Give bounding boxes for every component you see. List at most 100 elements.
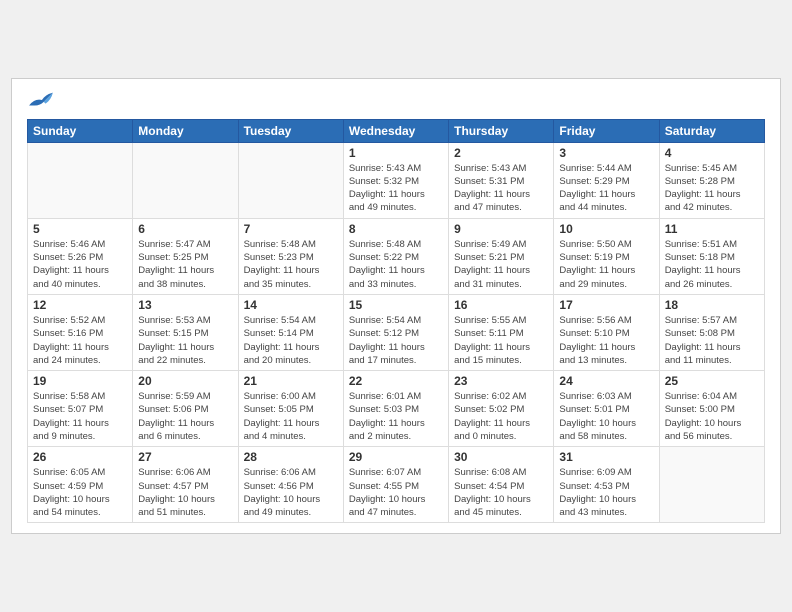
day-number: 1 xyxy=(349,146,443,160)
day-info: Sunrise: 5:43 AMSunset: 5:31 PMDaylight:… xyxy=(454,162,548,215)
day-info: Sunrise: 5:58 AMSunset: 5:07 PMDaylight:… xyxy=(33,390,127,443)
day-info: Sunrise: 5:48 AMSunset: 5:22 PMDaylight:… xyxy=(349,238,443,291)
day-number: 5 xyxy=(33,222,127,236)
calendar-cell: 5 Sunrise: 5:46 AMSunset: 5:26 PMDaylight… xyxy=(28,218,133,294)
calendar-cell: 11Sunrise: 5:51 AMSunset: 5:18 PMDayligh… xyxy=(659,218,764,294)
calendar-cell: 6 Sunrise: 5:47 AMSunset: 5:25 PMDaylight… xyxy=(133,218,238,294)
day-of-week-header: Saturday xyxy=(659,119,764,142)
day-info: Sunrise: 6:02 AMSunset: 5:02 PMDaylight:… xyxy=(454,390,548,443)
days-header-row: SundayMondayTuesdayWednesdayThursdayFrid… xyxy=(28,119,765,142)
day-info: Sunrise: 6:06 AMSunset: 4:57 PMDaylight:… xyxy=(138,466,232,519)
day-info: Sunrise: 5:45 AMSunset: 5:28 PMDaylight:… xyxy=(665,162,759,215)
calendar-cell: 19 Sunrise: 5:58 AMSunset: 5:07 PMDayligh… xyxy=(28,371,133,447)
day-of-week-header: Wednesday xyxy=(343,119,448,142)
day-number: 8 xyxy=(349,222,443,236)
day-info: Sunrise: 5:53 AMSunset: 5:15 PMDaylight:… xyxy=(138,314,232,367)
calendar-cell xyxy=(28,142,133,218)
day-number: 22 xyxy=(349,374,443,388)
day-number: 24 xyxy=(559,374,653,388)
day-number: 4 xyxy=(665,146,759,160)
logo xyxy=(27,89,59,111)
calendar-week-row: 26 Sunrise: 6:05 AMSunset: 4:59 PMDayligh… xyxy=(28,447,765,523)
day-info: Sunrise: 5:50 AMSunset: 5:19 PMDaylight:… xyxy=(559,238,653,291)
day-info: Sunrise: 5:55 AMSunset: 5:11 PMDaylight:… xyxy=(454,314,548,367)
day-info: Sunrise: 6:01 AMSunset: 5:03 PMDaylight:… xyxy=(349,390,443,443)
calendar-cell: 18 Sunrise: 5:57 AMSunset: 5:08 PMDayligh… xyxy=(659,294,764,370)
calendar-cell: 25 Sunrise: 6:04 AMSunset: 5:00 PMDayligh… xyxy=(659,371,764,447)
calendar-cell: 7 Sunrise: 5:48 AMSunset: 5:23 PMDaylight… xyxy=(238,218,343,294)
calendar-cell xyxy=(659,447,764,523)
day-info: Sunrise: 5:51 AMSunset: 5:18 PMDaylight:… xyxy=(665,238,759,291)
calendar-cell: 21Sunrise: 6:00 AMSunset: 5:05 PMDayligh… xyxy=(238,371,343,447)
calendar-cell: 12Sunrise: 5:52 AMSunset: 5:16 PMDayligh… xyxy=(28,294,133,370)
day-of-week-header: Monday xyxy=(133,119,238,142)
day-info: Sunrise: 5:44 AMSunset: 5:29 PMDaylight:… xyxy=(559,162,653,215)
calendar-cell: 4 Sunrise: 5:45 AMSunset: 5:28 PMDaylight… xyxy=(659,142,764,218)
calendar-container: SundayMondayTuesdayWednesdayThursdayFrid… xyxy=(11,78,781,535)
day-number: 10 xyxy=(559,222,653,236)
calendar-cell: 20Sunrise: 5:59 AMSunset: 5:06 PMDayligh… xyxy=(133,371,238,447)
day-number: 18 xyxy=(665,298,759,312)
day-number: 19 xyxy=(33,374,127,388)
day-info: Sunrise: 5:57 AMSunset: 5:08 PMDaylight:… xyxy=(665,314,759,367)
day-number: 6 xyxy=(138,222,232,236)
calendar-cell: 27 Sunrise: 6:06 AMSunset: 4:57 PMDayligh… xyxy=(133,447,238,523)
calendar-cell: 13 Sunrise: 5:53 AMSunset: 5:15 PMDayligh… xyxy=(133,294,238,370)
calendar-cell: 29 Sunrise: 6:07 AMSunset: 4:55 PMDayligh… xyxy=(343,447,448,523)
calendar-header xyxy=(27,89,765,111)
calendar-cell: 22 Sunrise: 6:01 AMSunset: 5:03 PMDayligh… xyxy=(343,371,448,447)
calendar-cell: 26 Sunrise: 6:05 AMSunset: 4:59 PMDayligh… xyxy=(28,447,133,523)
calendar-cell: 10 Sunrise: 5:50 AMSunset: 5:19 PMDayligh… xyxy=(554,218,659,294)
day-number: 7 xyxy=(244,222,338,236)
day-number: 17 xyxy=(559,298,653,312)
calendar-cell: 17 Sunrise: 5:56 AMSunset: 5:10 PMDayligh… xyxy=(554,294,659,370)
calendar-cell: 2 Sunrise: 5:43 AMSunset: 5:31 PMDaylight… xyxy=(449,142,554,218)
calendar-cell: 3Sunrise: 5:44 AMSunset: 5:29 PMDaylight… xyxy=(554,142,659,218)
day-info: Sunrise: 6:00 AMSunset: 5:05 PMDaylight:… xyxy=(244,390,338,443)
day-info: Sunrise: 6:07 AMSunset: 4:55 PMDaylight:… xyxy=(349,466,443,519)
calendar-week-row: 12Sunrise: 5:52 AMSunset: 5:16 PMDayligh… xyxy=(28,294,765,370)
day-number: 2 xyxy=(454,146,548,160)
day-info: Sunrise: 5:54 AMSunset: 5:12 PMDaylight:… xyxy=(349,314,443,367)
calendar-week-row: 1 Sunrise: 5:43 AMSunset: 5:32 PMDaylight… xyxy=(28,142,765,218)
calendar-week-row: 19 Sunrise: 5:58 AMSunset: 5:07 PMDayligh… xyxy=(28,371,765,447)
day-number: 30 xyxy=(454,450,548,464)
calendar-cell xyxy=(133,142,238,218)
calendar-cell: 30 Sunrise: 6:08 AMSunset: 4:54 PMDayligh… xyxy=(449,447,554,523)
calendar-table: SundayMondayTuesdayWednesdayThursdayFrid… xyxy=(27,119,765,524)
day-info: Sunrise: 6:05 AMSunset: 4:59 PMDaylight:… xyxy=(33,466,127,519)
day-number: 16 xyxy=(454,298,548,312)
calendar-week-row: 5 Sunrise: 5:46 AMSunset: 5:26 PMDaylight… xyxy=(28,218,765,294)
day-number: 27 xyxy=(138,450,232,464)
day-number: 14 xyxy=(244,298,338,312)
calendar-cell: 14 Sunrise: 5:54 AMSunset: 5:14 PMDayligh… xyxy=(238,294,343,370)
day-info: Sunrise: 6:06 AMSunset: 4:56 PMDaylight:… xyxy=(244,466,338,519)
calendar-cell: 16 Sunrise: 5:55 AMSunset: 5:11 PMDayligh… xyxy=(449,294,554,370)
day-number: 29 xyxy=(349,450,443,464)
logo-icon xyxy=(27,89,55,111)
day-info: Sunrise: 5:54 AMSunset: 5:14 PMDaylight:… xyxy=(244,314,338,367)
day-info: Sunrise: 5:48 AMSunset: 5:23 PMDaylight:… xyxy=(244,238,338,291)
calendar-cell: 9 Sunrise: 5:49 AMSunset: 5:21 PMDaylight… xyxy=(449,218,554,294)
calendar-cell: 1 Sunrise: 5:43 AMSunset: 5:32 PMDaylight… xyxy=(343,142,448,218)
day-number: 13 xyxy=(138,298,232,312)
day-number: 31 xyxy=(559,450,653,464)
day-info: Sunrise: 5:49 AMSunset: 5:21 PMDaylight:… xyxy=(454,238,548,291)
day-number: 9 xyxy=(454,222,548,236)
day-info: Sunrise: 6:03 AMSunset: 5:01 PMDaylight:… xyxy=(559,390,653,443)
day-number: 23 xyxy=(454,374,548,388)
day-info: Sunrise: 5:59 AMSunset: 5:06 PMDaylight:… xyxy=(138,390,232,443)
day-info: Sunrise: 5:56 AMSunset: 5:10 PMDaylight:… xyxy=(559,314,653,367)
day-info: Sunrise: 5:43 AMSunset: 5:32 PMDaylight:… xyxy=(349,162,443,215)
day-number: 15 xyxy=(349,298,443,312)
day-number: 25 xyxy=(665,374,759,388)
day-number: 26 xyxy=(33,450,127,464)
calendar-cell: 28Sunrise: 6:06 AMSunset: 4:56 PMDayligh… xyxy=(238,447,343,523)
day-info: Sunrise: 6:04 AMSunset: 5:00 PMDaylight:… xyxy=(665,390,759,443)
day-info: Sunrise: 5:46 AMSunset: 5:26 PMDaylight:… xyxy=(33,238,127,291)
day-of-week-header: Friday xyxy=(554,119,659,142)
day-info: Sunrise: 5:47 AMSunset: 5:25 PMDaylight:… xyxy=(138,238,232,291)
day-info: Sunrise: 6:08 AMSunset: 4:54 PMDaylight:… xyxy=(454,466,548,519)
calendar-cell: 23 Sunrise: 6:02 AMSunset: 5:02 PMDayligh… xyxy=(449,371,554,447)
day-of-week-header: Thursday xyxy=(449,119,554,142)
